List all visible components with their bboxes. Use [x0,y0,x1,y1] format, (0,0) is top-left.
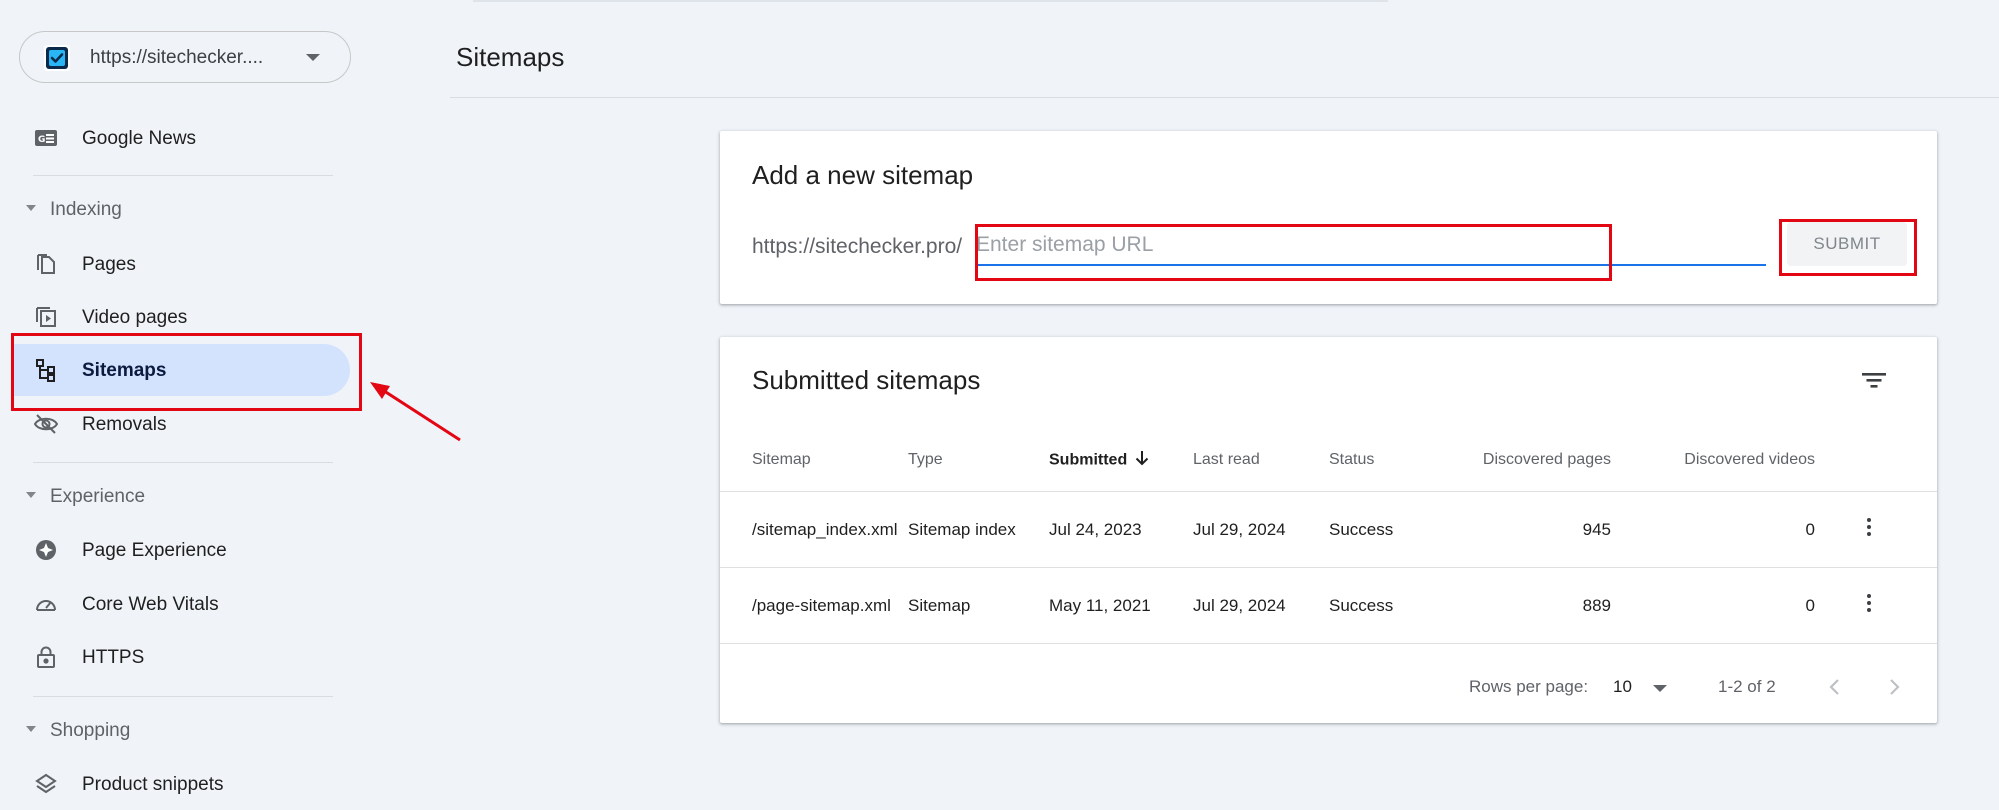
sidebar-item-core-web-vitals[interactable]: Core Web Vitals [12,578,350,630]
table-header-row: Sitemap Type Submitted Last read Status … [720,429,1937,492]
section-label: Experience [50,486,146,507]
chevron-down-icon[interactable] [1653,685,1667,692]
cell-discovered-pages: 889 [1442,567,1611,644]
site-url-prefix: https://sitechecker.pro/ [752,235,963,258]
lock-icon [34,645,58,669]
section-label: Shopping [50,720,131,741]
cell-actions [1815,491,1937,568]
chevron-down-icon [306,54,320,61]
cell-last-read: Jul 29, 2024 [1193,567,1329,644]
column-header-discovered-pages[interactable]: Discovered pages [1442,429,1611,492]
property-selector[interactable]: https://sitechecker.... [19,31,351,83]
column-header-actions [1815,429,1937,492]
sidebar-item-page-experience[interactable]: Page Experience [12,524,350,576]
sidebar-item-label: Product snippets [82,774,224,795]
pagination-bar: Rows per page: 10 1-2 of 2 [720,647,1937,723]
layers-icon [34,772,58,796]
filter-icon[interactable] [1859,365,1889,395]
cell-discovered-pages: 945 [1442,491,1611,568]
annotation-arrow-icon [370,382,461,442]
pagination-range: 1-2 of 2 [1718,677,1776,696]
caret-down-icon [26,492,36,498]
table-row[interactable]: /page-sitemap.xml Sitemap May 11, 2021 J… [720,567,1937,644]
cell-type: Sitemap index [908,491,1049,568]
column-header-last-read[interactable]: Last read [1193,429,1329,492]
sidebar-item-label: Video pages [82,307,188,328]
sidebar-divider [33,462,333,463]
top-border [473,0,1388,2]
site-favicon-icon [44,45,70,71]
cell-discovered-videos: 0 [1611,491,1815,568]
cell-actions [1815,567,1937,644]
highlight-box-sitemaps-nav [11,333,362,411]
sidebar-item-label: Pages [82,254,136,275]
column-header-label: Submitted [1049,451,1128,469]
more-vert-icon[interactable] [1867,515,1871,539]
cell-status: Success [1329,491,1442,568]
video-pages-icon [34,305,58,329]
cell-type: Sitemap [908,567,1049,644]
cell-discovered-videos: 0 [1611,567,1815,644]
speed-gauge-icon [34,592,58,616]
column-header-type[interactable]: Type [908,429,1049,492]
caret-down-icon [26,726,36,732]
table-row[interactable]: /sitemap_index.xml Sitemap index Jul 24,… [720,491,1937,568]
column-header-discovered-videos[interactable]: Discovered videos [1611,429,1815,492]
chevron-right-icon[interactable] [1882,675,1906,699]
section-label: Indexing [50,199,122,220]
sidebar-item-product-snippets[interactable]: Product snippets [12,758,350,810]
sidebar-divider [33,696,333,697]
page-experience-icon [34,538,58,562]
sidebar-item-label: Google News [82,128,197,149]
sidebar-item-label: Page Experience [82,540,227,561]
property-url: https://sitechecker.... [90,47,264,68]
sidebar-divider [33,175,333,176]
column-header-status[interactable]: Status [1329,429,1442,492]
cell-status: Success [1329,567,1442,644]
highlight-box-url-input [975,224,1612,281]
add-sitemap-title: Add a new sitemap [752,160,974,190]
column-header-submitted[interactable]: Submitted [1049,429,1193,492]
submitted-sitemaps-title: Submitted sitemaps [752,365,981,395]
cell-submitted: Jul 24, 2023 [1049,491,1193,568]
arrow-down-icon [1135,450,1149,471]
chevron-left-icon[interactable] [1823,675,1847,699]
cell-last-read: Jul 29, 2024 [1193,491,1329,568]
sidebar-item-google-news[interactable]: G Google News [12,112,350,164]
highlight-box-submit [1779,219,1917,276]
sidebar-item-label: Removals [82,414,167,435]
sidebar-item-label: Core Web Vitals [82,594,219,615]
more-vert-icon[interactable] [1867,591,1871,615]
page-title: Sitemaps [456,42,565,72]
visibility-off-icon [33,412,59,436]
sidebar-item-label: HTTPS [82,647,145,668]
svg-text:G: G [38,135,45,145]
sidebar-item-https[interactable]: HTTPS [12,631,350,683]
rows-per-page-label: Rows per page: [1469,677,1589,696]
header-divider [450,97,1999,98]
sidebar-item-pages[interactable]: Pages [12,238,350,290]
sitemaps-table: Sitemap Type Submitted Last read Status … [720,429,1937,644]
cell-submitted: May 11, 2021 [1049,567,1193,644]
rows-per-page-select[interactable]: 10 [1613,677,1632,697]
column-header-sitemap[interactable]: Sitemap [720,429,908,492]
submitted-sitemaps-card: Submitted sitemaps Sitemap Type Submitte… [720,337,1937,723]
caret-down-icon [26,205,36,211]
pages-icon [34,252,58,276]
cell-sitemap: /page-sitemap.xml [720,567,908,644]
cell-sitemap: /sitemap_index.xml [720,491,908,568]
google-news-icon: G [34,126,58,150]
